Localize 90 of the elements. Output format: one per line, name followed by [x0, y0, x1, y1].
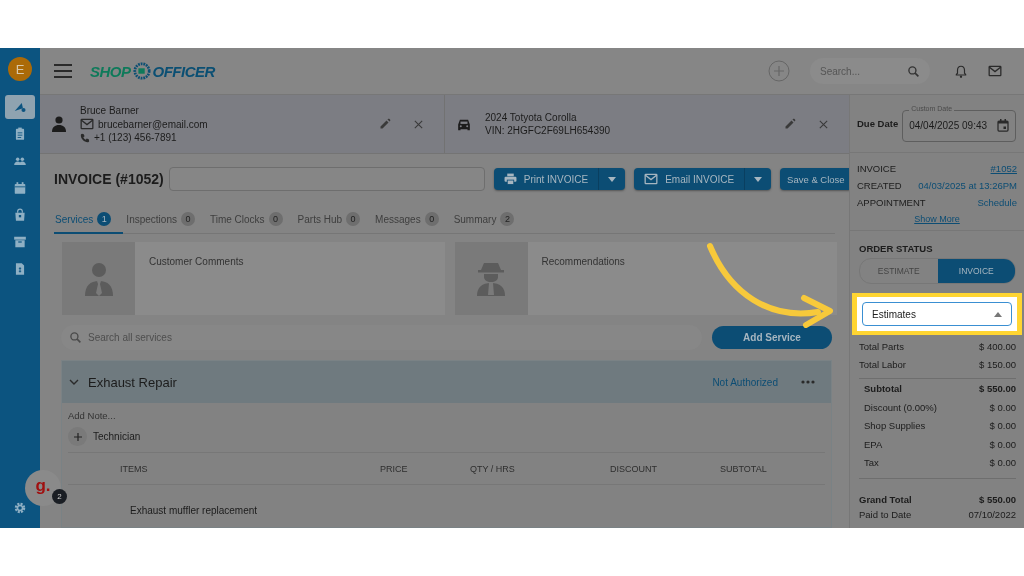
total-value: $ 400.00 [979, 340, 1016, 352]
save-close-button[interactable]: Save & Close [780, 168, 849, 190]
order-status-label: ORDER STATUS [859, 243, 934, 254]
vehicle-vin: VIN: 2HGFC2F69LH654390 [485, 125, 612, 136]
info-link[interactable]: Schedule [977, 197, 1017, 208]
tab[interactable]: Inspections 0 [125, 206, 207, 234]
info-label: APPOINTMENT [857, 197, 926, 208]
close-icon[interactable] [413, 118, 424, 130]
info-label: CREATED [857, 180, 902, 191]
total-label: Shop Supplies [864, 420, 926, 432]
table-cell-text: Exhaust muffler replacement [130, 505, 259, 516]
total-label: Subtotal [864, 383, 902, 394]
sidebar-item[interactable] [5, 95, 35, 119]
tab[interactable]: Summary 2 [452, 206, 527, 234]
invoice-name-field[interactable] [168, 167, 485, 191]
document-icon [13, 262, 27, 276]
service-status[interactable]: Not Authorized [712, 376, 778, 388]
calendar-icon [13, 181, 27, 195]
service-title: Exhaust Repair [88, 374, 178, 390]
close-icon[interactable] [818, 118, 829, 130]
mail-icon[interactable] [988, 65, 1002, 77]
total-label: Paid to Date [859, 508, 912, 520]
total-value: $ 0.00 [989, 401, 1016, 413]
edit-icon[interactable] [784, 118, 796, 130]
user-avatar[interactable]: E [8, 57, 32, 81]
info-link[interactable]: 04/03/2025 at 13:26PM [918, 180, 1017, 191]
column-header: PRICE [380, 463, 409, 474]
vehicle-name: 2024 Totyota Corolla [485, 112, 578, 123]
total-label: Total Labor [859, 359, 906, 371]
total-label: EPA [864, 438, 883, 450]
total-label: Grand Total [859, 494, 912, 506]
app-logo: SHOP OFFICER [90, 62, 215, 80]
clipboard-icon [13, 127, 27, 141]
info-link[interactable]: #1052 [990, 163, 1017, 174]
email-icon [80, 118, 94, 130]
technician-label: Technician [93, 431, 141, 442]
caret-icon [754, 176, 763, 182]
search-icon[interactable] [907, 64, 920, 78]
tab[interactable]: Services 1 [54, 206, 124, 234]
total-value: $ 0.00 [989, 420, 1016, 432]
due-date-label: Due Date [857, 118, 899, 129]
show-more-link[interactable]: Show More [914, 214, 960, 224]
plus-icon [73, 432, 82, 441]
workflow-dropdown[interactable]: Estimates [862, 302, 1012, 326]
caret-icon [994, 311, 1002, 317]
note-card: Recommendations [454, 242, 837, 315]
printer-icon [503, 173, 517, 185]
edit-icon[interactable] [379, 118, 391, 130]
info-label: INVOICE [857, 163, 897, 174]
total-value: $ 550.00 [979, 383, 1016, 394]
customer-phone: +1 (123) 456-7891 [94, 132, 177, 143]
add-service-button[interactable]: Add Service [712, 326, 832, 349]
settings-icon[interactable] [14, 502, 26, 514]
calendar-icon[interactable] [997, 119, 1009, 132]
add-technician-button[interactable] [68, 427, 87, 446]
total-value: 07/10/2022 [968, 508, 1016, 520]
customer-email: brucebarner@email.com [98, 118, 208, 130]
car-icon [457, 117, 471, 131]
invoice-title: INVOICE (#1052) [54, 171, 164, 187]
spy-icon [476, 261, 506, 296]
businessman-icon [83, 261, 114, 296]
more-icon[interactable] [801, 380, 815, 384]
note-field[interactable]: Add Note... [68, 410, 825, 421]
status-option[interactable]: INVOICE [937, 259, 1015, 283]
envelope-icon [644, 173, 659, 185]
total-label: Discount (0.00%) [864, 401, 937, 413]
note-card: Customer Comments [62, 242, 445, 315]
total-value: $ 0.00 [989, 457, 1016, 469]
archive-icon [13, 235, 27, 249]
chevron-icon[interactable] [69, 379, 79, 385]
total-value: $ 150.00 [979, 359, 1016, 371]
caret-icon [608, 176, 617, 182]
menu-icon[interactable] [54, 64, 72, 78]
phone-icon [80, 132, 90, 143]
status-option[interactable]: ESTIMATE [860, 259, 938, 283]
search-icon[interactable] [69, 331, 82, 344]
person-icon [52, 116, 66, 132]
tab[interactable]: Messages 0 [374, 206, 451, 234]
customer-name: Bruce Barner [80, 105, 140, 116]
column-header: ITEMS [120, 463, 149, 474]
total-value: $ 550.00 [979, 494, 1016, 506]
total-label: Tax [864, 457, 879, 469]
column-header: SUBTOTAL [720, 463, 768, 474]
tab[interactable]: Parts Hub 0 [296, 206, 373, 234]
column-header: DISCOUNT [610, 463, 658, 474]
total-value: $ 0.00 [989, 438, 1016, 450]
tab[interactable]: Time Clocks 0 [208, 206, 295, 234]
column-header: QTY / HRS [470, 463, 516, 474]
notifications-icon[interactable] [954, 63, 968, 79]
total-label: Total Parts [859, 340, 904, 352]
